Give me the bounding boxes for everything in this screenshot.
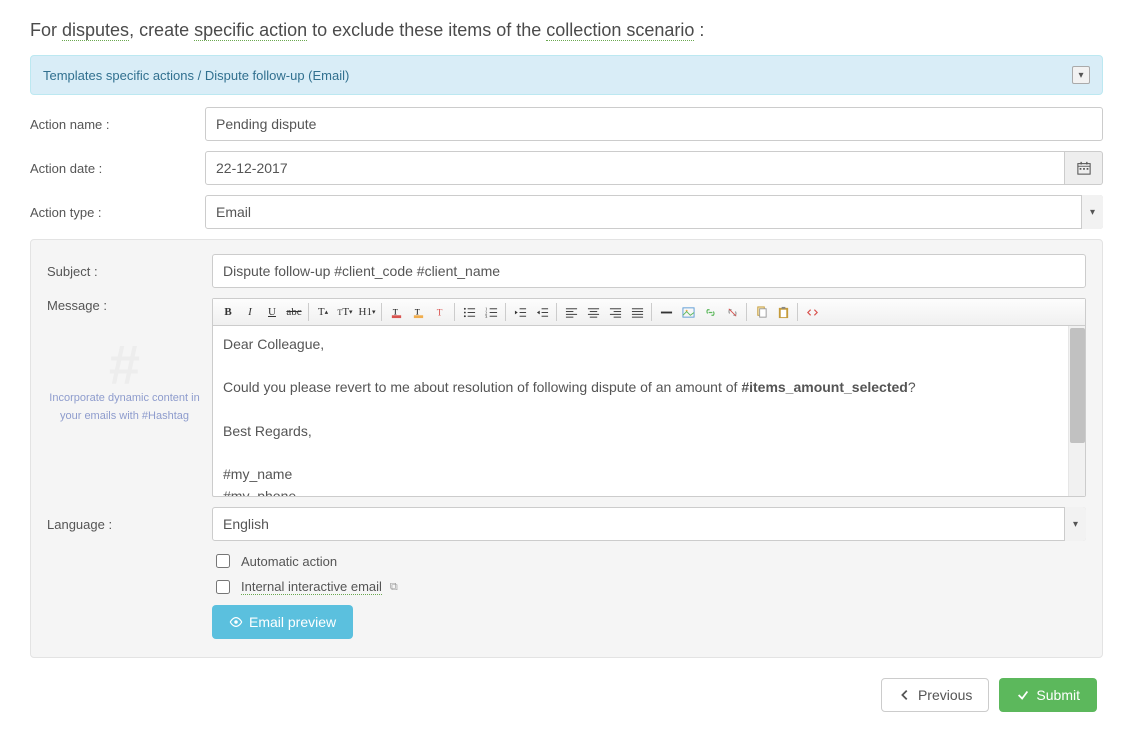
template-select-label: Templates specific actions / Dispute fol… <box>43 68 349 83</box>
message-text: ? <box>908 379 916 395</box>
action-date-label: Action date : <box>30 161 205 176</box>
outdent-icon[interactable] <box>509 302 531 322</box>
template-select-bar[interactable]: Templates specific actions / Dispute fol… <box>30 55 1103 95</box>
clear-color-icon[interactable]: T <box>429 302 451 322</box>
subject-label: Subject : <box>47 264 212 279</box>
action-date-input[interactable] <box>205 151 1065 185</box>
message-variable: #my_phone <box>223 486 1075 496</box>
message-line: Dear Colleague, <box>223 334 1075 356</box>
message-variable: #my_name <box>223 464 1075 486</box>
heading-term-collection-scenario: collection scenario <box>546 20 694 41</box>
internal-email-label: Internal interactive email <box>241 579 382 595</box>
language-select[interactable] <box>212 507 1086 541</box>
heading-term-specific-action: specific action <box>194 20 307 41</box>
action-type-select[interactable] <box>205 195 1103 229</box>
page-heading: For disputes, create specific action to … <box>30 20 1103 41</box>
message-line: Best Regards, <box>223 421 1075 443</box>
heading-text: : <box>694 20 704 40</box>
image-icon[interactable] <box>677 302 699 322</box>
eye-icon <box>229 615 243 629</box>
action-type-label: Action type : <box>30 205 205 220</box>
message-line: Could you please revert to me about reso… <box>223 377 1075 399</box>
ol-icon[interactable]: 123 <box>480 302 502 322</box>
svg-text:T: T <box>414 307 419 316</box>
bold-icon[interactable]: B <box>217 302 239 322</box>
heading-text: , create <box>129 20 194 40</box>
action-name-label: Action name : <box>30 117 205 132</box>
chevron-down-icon[interactable]: ▾ <box>1072 66 1090 84</box>
email-panel: Subject : Message : # Incorporate dynami… <box>30 239 1103 658</box>
scrollbar[interactable] <box>1068 326 1085 496</box>
heading-text: to exclude these items of the <box>307 20 546 40</box>
font-size-up-icon[interactable]: T▴ <box>312 302 334 322</box>
language-label: Language : <box>47 517 212 532</box>
email-preview-button[interactable]: Email preview <box>212 605 353 639</box>
ul-icon[interactable] <box>458 302 480 322</box>
svg-text:T: T <box>392 307 397 316</box>
internal-email-checkbox[interactable] <box>216 580 230 594</box>
svg-text:3: 3 <box>485 315 488 319</box>
hashtag-icon: # <box>47 345 202 384</box>
italic-icon[interactable]: I <box>239 302 261 322</box>
hashtag-hint-text: Incorporate dynamic content in your emai… <box>47 390 202 425</box>
hr-icon[interactable] <box>655 302 677 322</box>
align-right-icon[interactable] <box>604 302 626 322</box>
code-icon[interactable] <box>801 302 823 322</box>
email-preview-label: Email preview <box>249 614 336 630</box>
chevron-left-icon <box>898 688 912 702</box>
svg-text:T: T <box>436 308 442 318</box>
copy-icon[interactable] <box>750 302 772 322</box>
paste-icon[interactable] <box>772 302 794 322</box>
subject-input[interactable] <box>212 254 1086 288</box>
heading-term-disputes: disputes <box>62 20 129 41</box>
unlink-icon[interactable] <box>721 302 743 322</box>
message-text: Could you please revert to me about reso… <box>223 379 741 395</box>
message-textarea[interactable]: Dear Colleague, Could you please revert … <box>213 326 1085 496</box>
message-editor: B I U abc T▴ TT▾ H1▾ T T T 123 <box>212 298 1086 497</box>
external-link-icon[interactable]: ⧉ <box>390 581 398 594</box>
editor-toolbar: B I U abc T▴ TT▾ H1▾ T T T 123 <box>213 299 1085 326</box>
previous-button[interactable]: Previous <box>881 678 989 712</box>
bg-color-icon[interactable]: T <box>407 302 429 322</box>
underline-icon[interactable]: U <box>261 302 283 322</box>
link-icon[interactable] <box>699 302 721 322</box>
heading-text: For <box>30 20 62 40</box>
hashtag-hint: # Incorporate dynamic content in your em… <box>47 337 212 425</box>
strike-icon[interactable]: abc <box>283 302 305 322</box>
previous-label: Previous <box>918 687 972 703</box>
message-label: Message : <box>47 298 212 313</box>
automatic-action-label: Automatic action <box>241 554 337 569</box>
heading-icon[interactable]: H1▾ <box>356 302 378 322</box>
indent-icon[interactable] <box>531 302 553 322</box>
calendar-icon[interactable] <box>1065 151 1103 185</box>
align-center-icon[interactable] <box>582 302 604 322</box>
font-size-down-icon[interactable]: TT▾ <box>334 302 356 322</box>
submit-button[interactable]: Submit <box>999 678 1097 712</box>
align-left-icon[interactable] <box>560 302 582 322</box>
check-icon <box>1016 688 1030 702</box>
submit-label: Submit <box>1036 687 1080 703</box>
align-justify-icon[interactable] <box>626 302 648 322</box>
message-variable: #items_amount_selected <box>741 379 908 395</box>
automatic-action-checkbox[interactable] <box>216 554 230 568</box>
action-name-input[interactable] <box>205 107 1103 141</box>
font-color-icon[interactable]: T <box>385 302 407 322</box>
